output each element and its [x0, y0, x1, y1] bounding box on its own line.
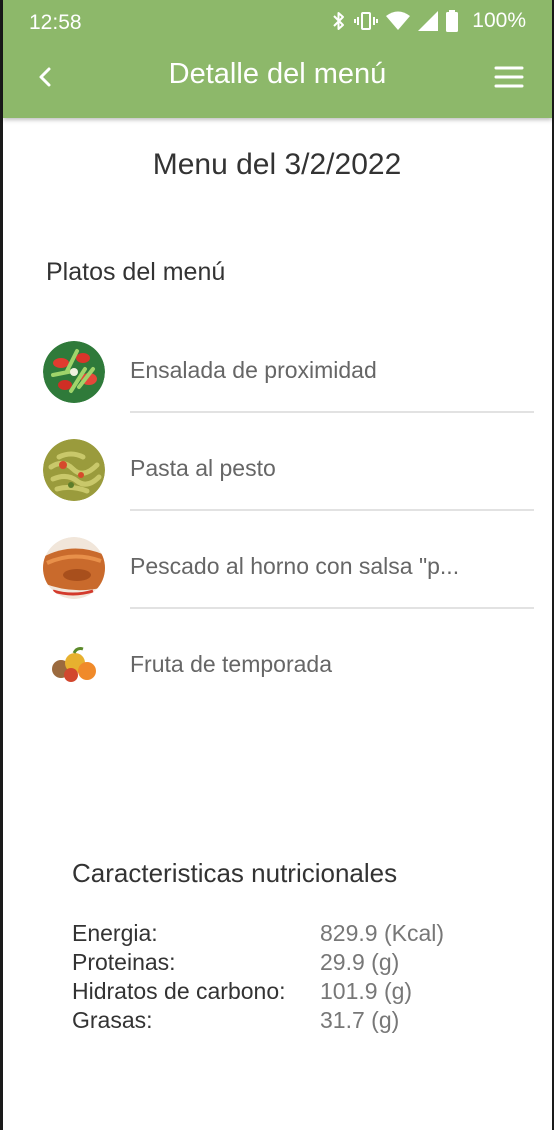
status-time: 12:58 — [29, 11, 82, 34]
bluetooth-icon — [333, 12, 345, 30]
nutrition-row: Grasas: 31.7 (g) — [72, 1007, 502, 1037]
dish-item[interactable]: Fruta de temporada — [0, 635, 554, 733]
nutrition-value: 29.9 (g) — [320, 949, 400, 975]
dish-name: Pescado al horno con salsa "p... — [130, 553, 460, 579]
salad-photo — [43, 341, 105, 403]
app-bar: 12:58 100% Detalle del menú — [3, 0, 552, 118]
nutrition-row: Hidratos de carbono: 101.9 (g) — [72, 978, 502, 1008]
battery-percentage: 100% — [472, 9, 526, 32]
dish-name: Pasta al pesto — [130, 455, 276, 481]
signal-icon — [418, 11, 439, 31]
nutrition-row: Proteinas: 29.9 (g) — [72, 949, 502, 979]
fish-photo — [43, 537, 105, 599]
status-icons: 100% — [332, 9, 526, 33]
nutrition-label: Proteinas: — [72, 949, 176, 975]
nutrition-label: Grasas: — [72, 1007, 153, 1033]
menu-date-heading: Menu del 3/2/2022 — [152, 148, 402, 181]
nutrition-value: 829.9 (Kcal) — [320, 920, 445, 946]
divider — [130, 411, 534, 413]
hamburger-icon — [494, 66, 524, 88]
battery-icon — [446, 10, 459, 32]
dish-name: Fruta de temporada — [130, 651, 333, 677]
nutrition-row: Energia: 829.9 (Kcal) — [72, 920, 502, 950]
status-bar: 12:58 100% — [3, 0, 552, 46]
wifi-icon — [386, 11, 411, 30]
page-title: Detalle del menú — [168, 58, 387, 90]
dish-item[interactable]: Pescado al horno con salsa "p... — [0, 537, 554, 635]
dishes-section-title: Platos del menú — [46, 258, 226, 286]
nutrition-value: 101.9 (g) — [320, 978, 413, 1004]
dish-name: Ensalada de proximidad — [130, 357, 377, 383]
nutrition-label: Energia: — [72, 920, 158, 946]
divider — [130, 607, 534, 609]
nutrition-value: 31.7 (g) — [320, 1007, 400, 1033]
dish-item[interactable]: Pasta al pesto — [0, 439, 554, 537]
divider — [130, 509, 534, 511]
nutrition-label: Hidratos de carbono: — [72, 978, 286, 1004]
dish-item[interactable]: Ensalada de proximidad — [0, 341, 554, 439]
fruit-photo — [43, 635, 105, 697]
nutrition-title: Caracteristicas nutricionales — [72, 858, 398, 888]
menu-button[interactable] — [494, 64, 524, 90]
pasta-photo — [43, 439, 105, 501]
vibrate-icon — [354, 12, 379, 30]
